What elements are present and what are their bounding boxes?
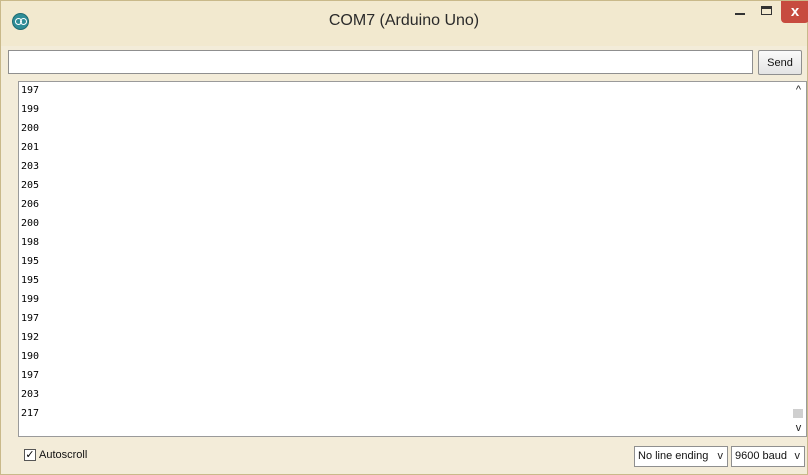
- output-line: 199: [21, 294, 40, 305]
- baud-rate-select[interactable]: 9600 baud v: [731, 446, 805, 467]
- send-input[interactable]: [8, 50, 753, 74]
- serial-monitor-window: COM7 (Arduino Uno) x Send 197 199 200 201 20…: [0, 0, 808, 475]
- output-line: 217: [21, 408, 40, 419]
- scroll-down-icon[interactable]: v: [793, 423, 804, 434]
- chevron-down-icon: v: [717, 450, 724, 462]
- minimize-icon: [735, 13, 745, 15]
- maximize-icon: [761, 6, 772, 15]
- output-line: 195: [21, 275, 40, 286]
- chevron-down-icon: v: [794, 450, 801, 462]
- autoscroll-checkbox[interactable]: ✓: [24, 449, 36, 461]
- line-ending-value: No line ending: [638, 450, 709, 462]
- bottom-bar: ✓ Autoscroll No line ending v 9600 baud …: [18, 441, 807, 471]
- maximize-button[interactable]: [754, 1, 780, 23]
- vertical-scrollbar[interactable]: ^ v: [790, 82, 806, 436]
- output-line: 197: [21, 370, 40, 381]
- send-button[interactable]: Send: [758, 50, 802, 75]
- scroll-up-icon[interactable]: ^: [793, 85, 804, 96]
- serial-output-lines: 197 199 200 201 203 205 206 200 198 195 195 199 197 1…: [19, 82, 806, 427]
- output-line: 198: [21, 237, 40, 248]
- baud-rate-value: 9600 baud: [735, 450, 787, 462]
- output-line: 192: [21, 332, 40, 343]
- close-icon: x: [790, 3, 800, 20]
- output-line: 195: [21, 256, 40, 267]
- window-title: COM7 (Arduino Uno): [328, 12, 480, 29]
- output-line: 203: [21, 389, 40, 400]
- output-line: 200: [21, 123, 40, 134]
- serial-output-area[interactable]: 197 199 200 201 203 205 206 200 198 195 195 199 197 1…: [18, 81, 807, 437]
- output-line: 203: [21, 161, 40, 172]
- line-ending-select[interactable]: No line ending v: [634, 446, 728, 467]
- title-bar[interactable]: COM7 (Arduino Uno) x: [1, 1, 808, 46]
- output-line: 205: [21, 180, 40, 191]
- minimize-button[interactable]: [727, 1, 753, 23]
- output-line: 201: [21, 142, 40, 153]
- output-line: 200: [21, 218, 40, 229]
- close-button[interactable]: x: [781, 1, 808, 23]
- autoscroll-label[interactable]: Autoscroll: [39, 449, 87, 461]
- output-line: 199: [21, 104, 40, 115]
- output-line: 197: [21, 85, 40, 96]
- output-line: 190: [21, 351, 40, 362]
- output-line: 197: [21, 313, 40, 324]
- checkmark-icon: ✓: [25, 449, 35, 461]
- scroll-thumb[interactable]: [793, 409, 803, 418]
- output-line: 206: [21, 199, 40, 210]
